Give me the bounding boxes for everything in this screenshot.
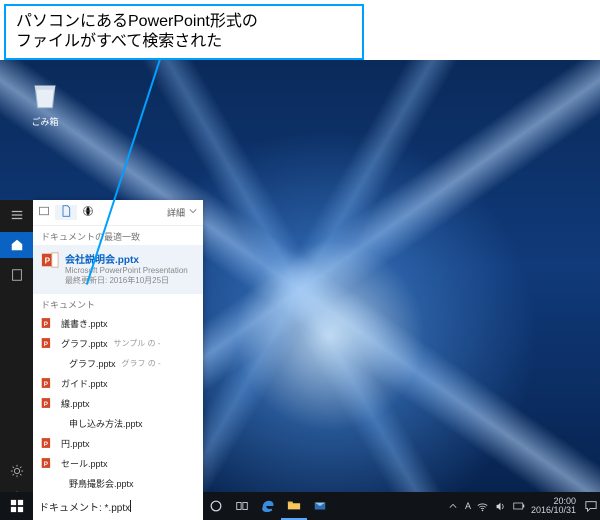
result-suffix: グラフ の - [122,358,161,369]
results-list: P 議書き.pptx P グラフ.pptx サンプル の - グラフ.pptx グラフ の … [33,313,203,520]
powerpoint-icon: P [41,336,55,350]
ime-indicator[interactable]: A [465,501,471,511]
start-rail [0,200,33,520]
result-item[interactable]: グラフ.pptx グラフ の - [33,353,203,373]
svg-text:P: P [44,381,48,388]
result-name: 野鳥撮影会.pptx [69,477,134,490]
cortana-icon[interactable] [203,492,229,520]
result-name: ガイド.pptx [61,377,108,390]
result-item[interactable]: P グラフ.pptx サンプル の - [33,333,203,353]
svg-text:P: P [44,441,48,448]
svg-text:P: P [44,461,48,468]
best-match-sub: Microsoft PowerPoint Presentation [65,266,188,275]
search-box[interactable]: ドキュメント: *.pptx [33,492,203,520]
svg-text:P: P [44,401,48,408]
result-name: グラフ.pptx [69,357,116,370]
section-best-match: ドキュメントの最適一致 [33,226,203,245]
recycle-bin-icon [28,78,62,112]
scope-all-icon[interactable] [33,205,55,220]
section-documents: ドキュメント [33,294,203,313]
hamburger-icon[interactable] [8,206,26,224]
svg-text:P: P [44,341,48,348]
result-suffix: サンプル の - [114,338,161,349]
search-input-value: ドキュメント: *.pptx [39,499,130,514]
result-name: 線.pptx [61,397,90,410]
svg-text:P: P [44,321,48,328]
apps-icon[interactable] [8,266,26,284]
best-match-name: 会社説明会.pptx [65,251,188,266]
result-name: 申し込み方法.pptx [69,417,143,430]
result-item[interactable]: P ガイド.pptx [33,373,203,393]
detail-label[interactable]: 詳細 [167,206,189,219]
result-item[interactable]: P 線.pptx [33,393,203,413]
gear-icon[interactable] [8,462,26,480]
chevron-drop-icon[interactable] [189,207,203,218]
annotation-callout: パソコンにあるPowerPoint形式のファイルがすべて検索された [4,4,364,60]
battery-icon[interactable] [513,500,525,512]
svg-text:P: P [45,257,51,266]
desktop[interactable]: ごみ箱 詳細 ドキュメントの最適一致 P 会社説明会.pptx Micros [0,60,600,520]
text-caret [130,500,131,512]
annotation-text: パソコンにあるPowerPoint形式のファイルがすべて検索された [16,12,352,52]
wifi-icon[interactable] [477,500,489,512]
action-center-icon[interactable] [582,492,600,520]
best-match-item[interactable]: P 会社説明会.pptx Microsoft PowerPoint Presen… [33,245,203,294]
result-item[interactable]: P 議書き.pptx [33,313,203,333]
powerpoint-icon: P [41,316,55,330]
result-name: グラフ.pptx [61,337,108,350]
result-name: 議書き.pptx [61,317,108,330]
powerpoint-icon: P [41,436,55,450]
clock-date[interactable]: 2016/10/31 [531,506,576,515]
powerpoint-icon [55,416,63,430]
powerpoint-icon: P [41,396,55,410]
chevron-up-icon[interactable] [447,500,459,512]
search-scope-row: 詳細 [33,200,203,226]
recycle-bin-label: ごみ箱 [22,115,68,128]
result-item[interactable]: P セール.pptx [33,453,203,473]
powerpoint-icon [55,356,63,370]
speaker-icon[interactable] [495,500,507,512]
scope-web-icon[interactable] [77,205,99,220]
scope-documents-icon[interactable] [55,205,77,220]
result-item[interactable]: P 円.pptx [33,433,203,453]
file-explorer-icon[interactable] [281,492,307,520]
start-button[interactable] [0,492,33,520]
powerpoint-icon: P [41,376,55,390]
result-item[interactable]: 野鳥撮影会.pptx [33,473,203,493]
home-icon[interactable] [0,232,33,258]
result-name: 円.pptx [61,437,90,450]
result-name: セール.pptx [61,457,108,470]
powerpoint-icon: P [41,251,59,269]
powerpoint-icon: P [41,456,55,470]
taskbar: ドキュメント: *.pptx A 20:00 2016/10/31 [0,492,600,520]
task-view-icon[interactable] [229,492,255,520]
system-tray: A 20:00 2016/10/31 [447,497,582,515]
result-item[interactable]: 申し込み方法.pptx [33,413,203,433]
search-results-panel: 詳細 ドキュメントの最適一致 P 会社説明会.pptx Microsoft Po… [33,200,203,520]
mail-icon[interactable] [307,492,333,520]
powerpoint-icon [55,476,63,490]
best-match-date: 最終更新日: 2016年10月25日 [65,275,188,286]
edge-icon[interactable] [255,492,281,520]
recycle-bin[interactable]: ごみ箱 [22,78,68,128]
